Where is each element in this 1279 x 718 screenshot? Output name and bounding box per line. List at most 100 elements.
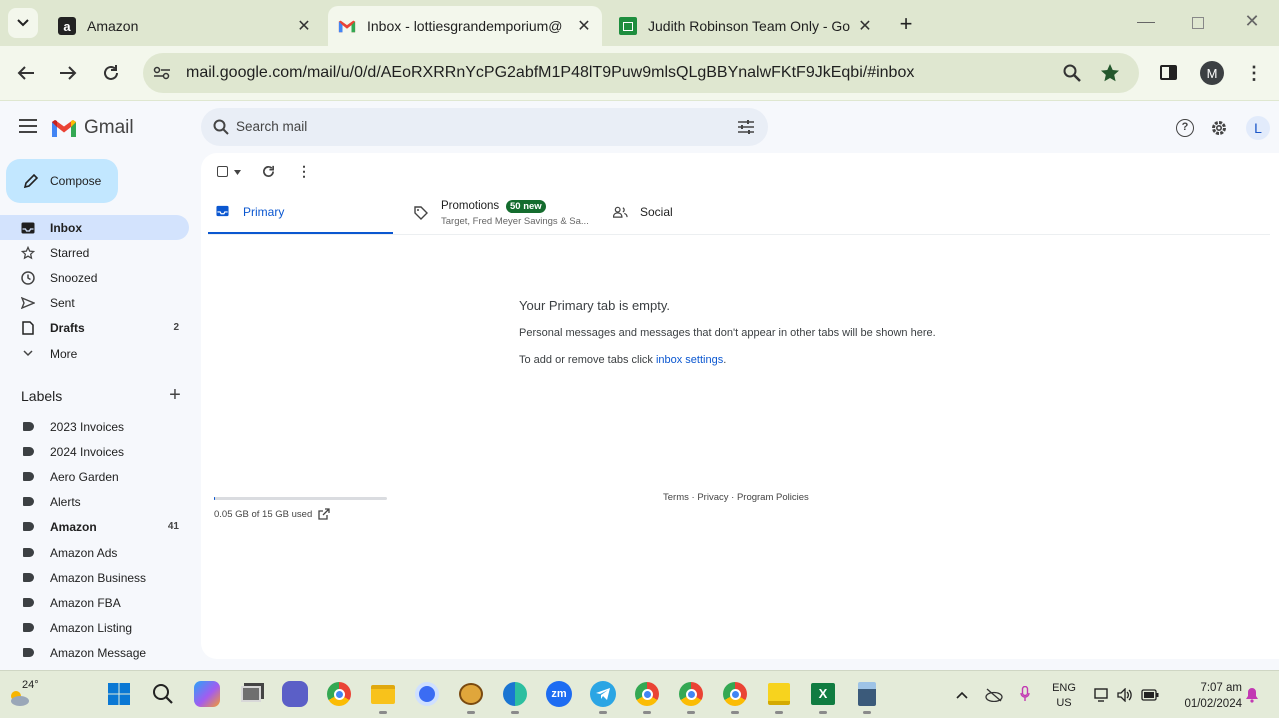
sidebar-label-item[interactable]: Amazon Business <box>0 565 189 590</box>
close-window-button[interactable]: ✕ <box>1242 11 1262 33</box>
input-language[interactable]: ENG US <box>1050 681 1078 711</box>
empty-state-description: Personal messages and messages that don'… <box>519 327 936 339</box>
program-policies-link[interactable]: Program Policies <box>737 492 809 503</box>
onedrive-offline-icon[interactable] <box>985 688 1003 702</box>
volume-icon[interactable] <box>1117 688 1133 702</box>
sidebar-label-item[interactable]: 2023 Invoices <box>0 414 189 439</box>
close-tab-icon[interactable]: ✕ <box>574 16 594 36</box>
profile-avatar[interactable]: M <box>1200 61 1224 85</box>
new-tab-button[interactable]: + <box>893 11 919 37</box>
gmail-logo[interactable]: Gmail <box>51 116 134 140</box>
browser-tab-inbox[interactable]: Inbox - lottiesgrandemporium@ ✕ <box>328 6 602 46</box>
new-count-badge: 50 new <box>506 200 546 213</box>
copilot-app[interactable] <box>194 681 220 707</box>
chrome-profile-app[interactable] <box>634 681 660 714</box>
search-icon[interactable] <box>213 119 229 135</box>
sidebar-item-starred[interactable]: Starred <box>0 240 189 265</box>
chevron-down-icon <box>17 19 29 27</box>
teams-meet-app[interactable] <box>282 681 308 707</box>
arrow-left-icon <box>17 66 34 80</box>
sidebar-label-item[interactable]: Amazon 41 <box>0 514 189 539</box>
microphone-icon[interactable] <box>1020 686 1030 702</box>
address-bar[interactable]: mail.google.com/mail/u/0/d/AEoRXRRnYcPG2… <box>143 53 1139 93</box>
back-button[interactable] <box>14 61 38 85</box>
calculator-app[interactable] <box>854 681 880 714</box>
telegram-app[interactable] <box>590 681 616 714</box>
sidebar-item-sent[interactable]: Sent <box>0 290 189 315</box>
open-in-new-icon[interactable] <box>318 508 330 520</box>
chevron-up-icon[interactable] <box>956 691 968 699</box>
search-options-icon[interactable] <box>738 120 754 134</box>
support-button[interactable]: ? <box>1176 119 1194 137</box>
network-icon[interactable] <box>1094 688 1110 702</box>
character-app[interactable] <box>458 681 484 714</box>
chrome-profile-app[interactable] <box>678 681 704 714</box>
sidebar-item-inbox[interactable]: Inbox <box>0 215 189 240</box>
browser-tab-amazon[interactable]: a Amazon ✕ <box>48 6 320 46</box>
sidebar-label-item[interactable]: Amazon Message <box>0 640 189 665</box>
forward-button[interactable] <box>56 61 80 85</box>
label-count: 41 <box>167 521 179 532</box>
excel-app[interactable]: X <box>810 681 836 714</box>
weather-widget[interactable]: 24° <box>8 679 44 711</box>
sidebar-label-item[interactable]: Alerts <box>0 489 189 514</box>
refresh-icon[interactable] <box>262 165 275 178</box>
sticky-notes-app[interactable] <box>766 681 792 714</box>
minimize-window-button[interactable] <box>1137 22 1155 23</box>
zoom-icon[interactable] <box>1061 63 1083 83</box>
footer-links: Terms · Privacy · Program Policies <box>663 492 809 503</box>
settings-gear-icon[interactable] <box>1210 119 1228 137</box>
main-menu-button[interactable] <box>19 119 37 133</box>
arrow-right-icon <box>60 66 77 80</box>
battery-icon[interactable] <box>1141 689 1159 701</box>
close-tab-icon[interactable]: ✕ <box>294 16 314 36</box>
empty-state-title: Your Primary tab is empty. <box>519 298 670 313</box>
browser-menu-icon[interactable]: ⋮ <box>1245 62 1263 84</box>
side-panel-icon[interactable] <box>1158 63 1178 81</box>
restore-window-button[interactable] <box>1192 17 1204 29</box>
sidebar-item-drafts[interactable]: Drafts 2 <box>0 315 189 340</box>
privacy-link[interactable]: Privacy <box>697 492 728 503</box>
tab-social[interactable]: Social <box>606 195 796 235</box>
create-label-button[interactable]: + <box>166 385 184 405</box>
chrome-app[interactable] <box>326 681 352 707</box>
send-icon <box>20 295 36 311</box>
tab-title: Inbox - lottiesgrandemporium@ <box>367 18 563 34</box>
site-info-icon[interactable] <box>152 63 172 83</box>
terms-link[interactable]: Terms <box>663 492 689 503</box>
select-all-checkbox[interactable] <box>217 166 228 177</box>
compose-button[interactable]: Compose <box>6 159 118 203</box>
circle-app[interactable] <box>414 681 440 707</box>
browser-tab-sheets[interactable]: Judith Robinson Team Only - Go ✕ <box>609 6 881 46</box>
task-view-button[interactable] <box>238 681 264 707</box>
tab-primary[interactable]: Primary <box>208 195 393 235</box>
inbox-settings-link[interactable]: inbox settings <box>656 354 723 366</box>
label-icon <box>20 545 36 561</box>
inbox-icon <box>20 220 36 236</box>
search-input[interactable]: Search mail <box>236 119 307 134</box>
tab-promotions[interactable]: Promotions 50 new Target, Fred Meyer Sav… <box>406 195 596 235</box>
notification-bell-icon[interactable] <box>1245 687 1259 703</box>
select-dropdown-icon[interactable] <box>234 170 241 175</box>
sidebar-item-snoozed[interactable]: Snoozed <box>0 265 189 290</box>
sidebar-label-item[interactable]: Amazon FBA <box>0 590 189 615</box>
start-button[interactable] <box>106 681 132 707</box>
more-actions-icon[interactable]: ⋮ <box>297 163 311 180</box>
bookmark-star-icon[interactable] <box>1099 62 1121 84</box>
search-bar[interactable]: Search mail <box>201 108 768 146</box>
edge-app[interactable] <box>502 681 528 714</box>
account-avatar[interactable]: L <box>1246 116 1270 140</box>
file-explorer-app[interactable] <box>370 681 396 714</box>
sidebar-item-more[interactable]: More <box>0 341 189 366</box>
close-tab-icon[interactable]: ✕ <box>855 16 875 36</box>
sidebar-label-item[interactable]: Amazon Listing <box>0 615 189 640</box>
chrome-profile-app[interactable] <box>722 681 748 714</box>
reload-button[interactable] <box>99 61 123 85</box>
sidebar-label-item[interactable]: Aero Garden <box>0 464 189 489</box>
tab-search-button[interactable] <box>8 8 38 38</box>
clock[interactable]: 7:07 am 01/02/2024 <box>1166 680 1242 712</box>
zoom-app[interactable]: zm <box>546 681 572 707</box>
sidebar-label-item[interactable]: 2024 Invoices <box>0 439 189 464</box>
taskbar-search-button[interactable] <box>150 681 176 707</box>
sidebar-label-item[interactable]: Amazon Ads <box>0 540 189 565</box>
